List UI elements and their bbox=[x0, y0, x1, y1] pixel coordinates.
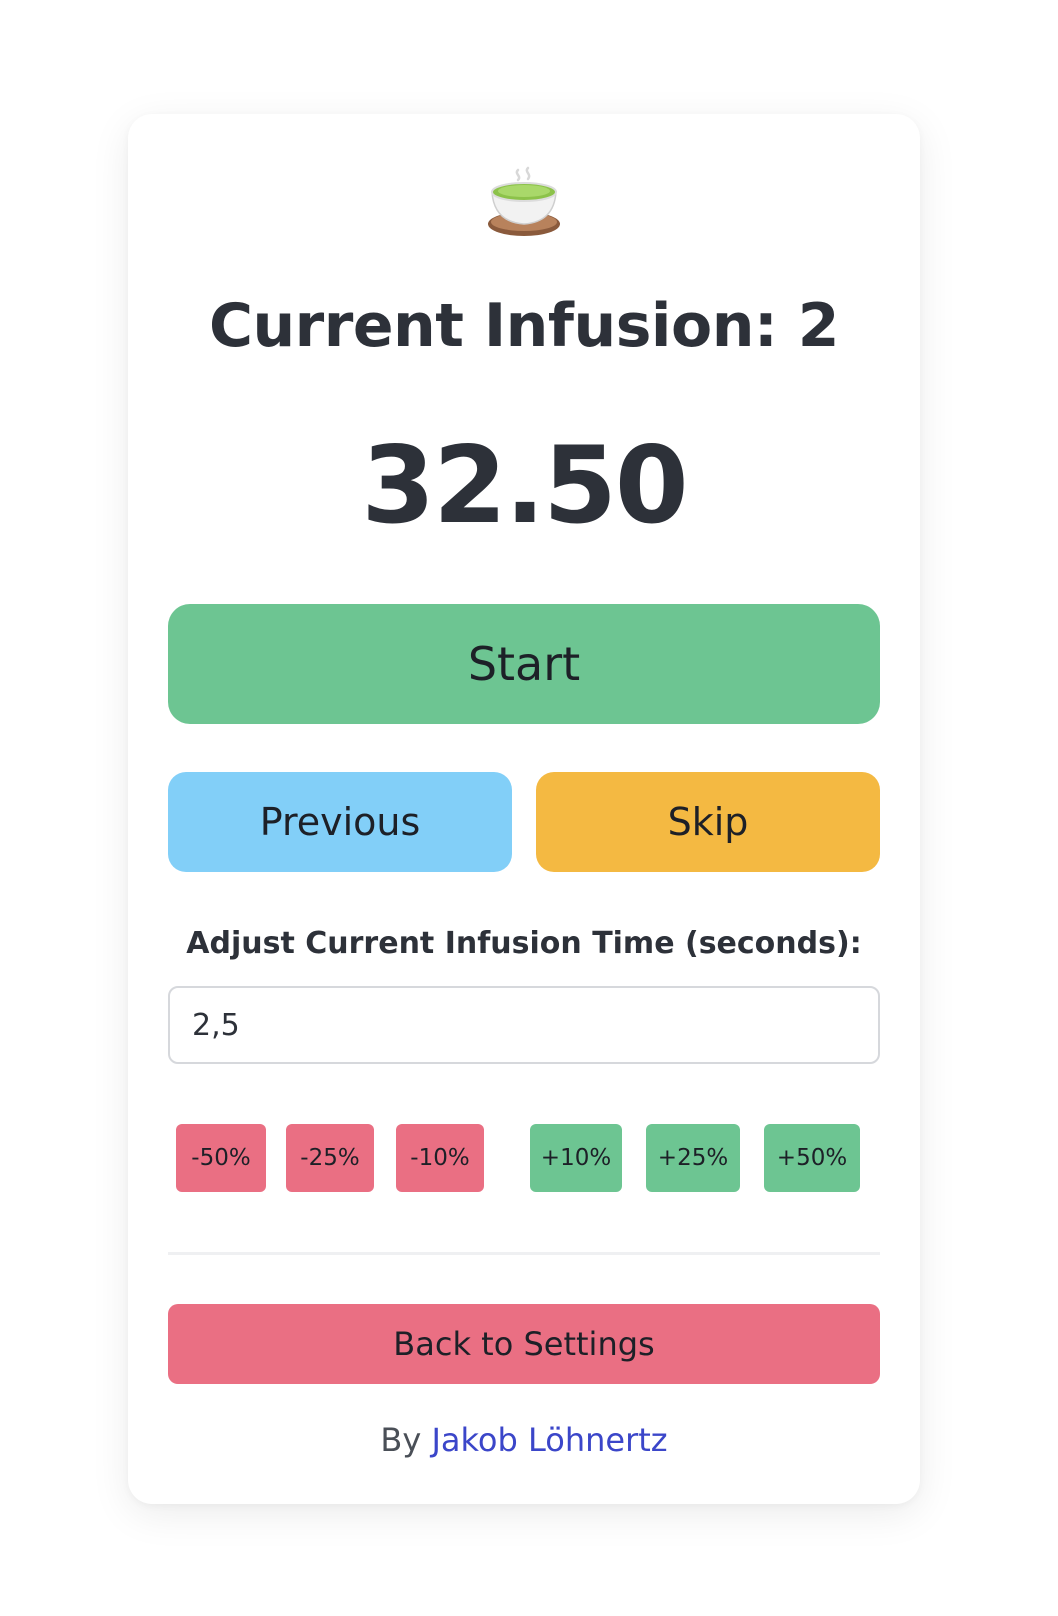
divider bbox=[168, 1252, 880, 1255]
timer-card: Current Infusion: 2 32.50 Start Previous… bbox=[128, 114, 920, 1504]
adjust-time-label: Adjust Current Infusion Time (seconds): bbox=[186, 926, 862, 961]
increase-50-button[interactable]: +50% bbox=[764, 1124, 860, 1192]
previous-button[interactable]: Previous bbox=[168, 772, 512, 872]
infusion-time-input[interactable] bbox=[168, 986, 880, 1064]
start-button[interactable]: Start bbox=[168, 604, 880, 724]
current-infusion-title: Current Infusion: 2 bbox=[208, 291, 840, 361]
decrease-10-button[interactable]: -10% bbox=[396, 1124, 484, 1192]
skip-button[interactable]: Skip bbox=[536, 772, 880, 872]
decrease-50-button[interactable]: -50% bbox=[176, 1124, 266, 1192]
author-credit: By Jakob Löhnertz bbox=[128, 1418, 920, 1462]
author-link[interactable]: Jakob Löhnertz bbox=[431, 1421, 667, 1459]
by-label: By bbox=[380, 1421, 422, 1459]
decrease-25-button[interactable]: -25% bbox=[286, 1124, 374, 1192]
teacup-icon bbox=[488, 166, 560, 236]
increase-25-button[interactable]: +25% bbox=[646, 1124, 740, 1192]
increase-10-button[interactable]: +10% bbox=[530, 1124, 622, 1192]
timer-display: 32.50 bbox=[361, 424, 688, 547]
back-to-settings-button[interactable]: Back to Settings bbox=[168, 1304, 880, 1384]
